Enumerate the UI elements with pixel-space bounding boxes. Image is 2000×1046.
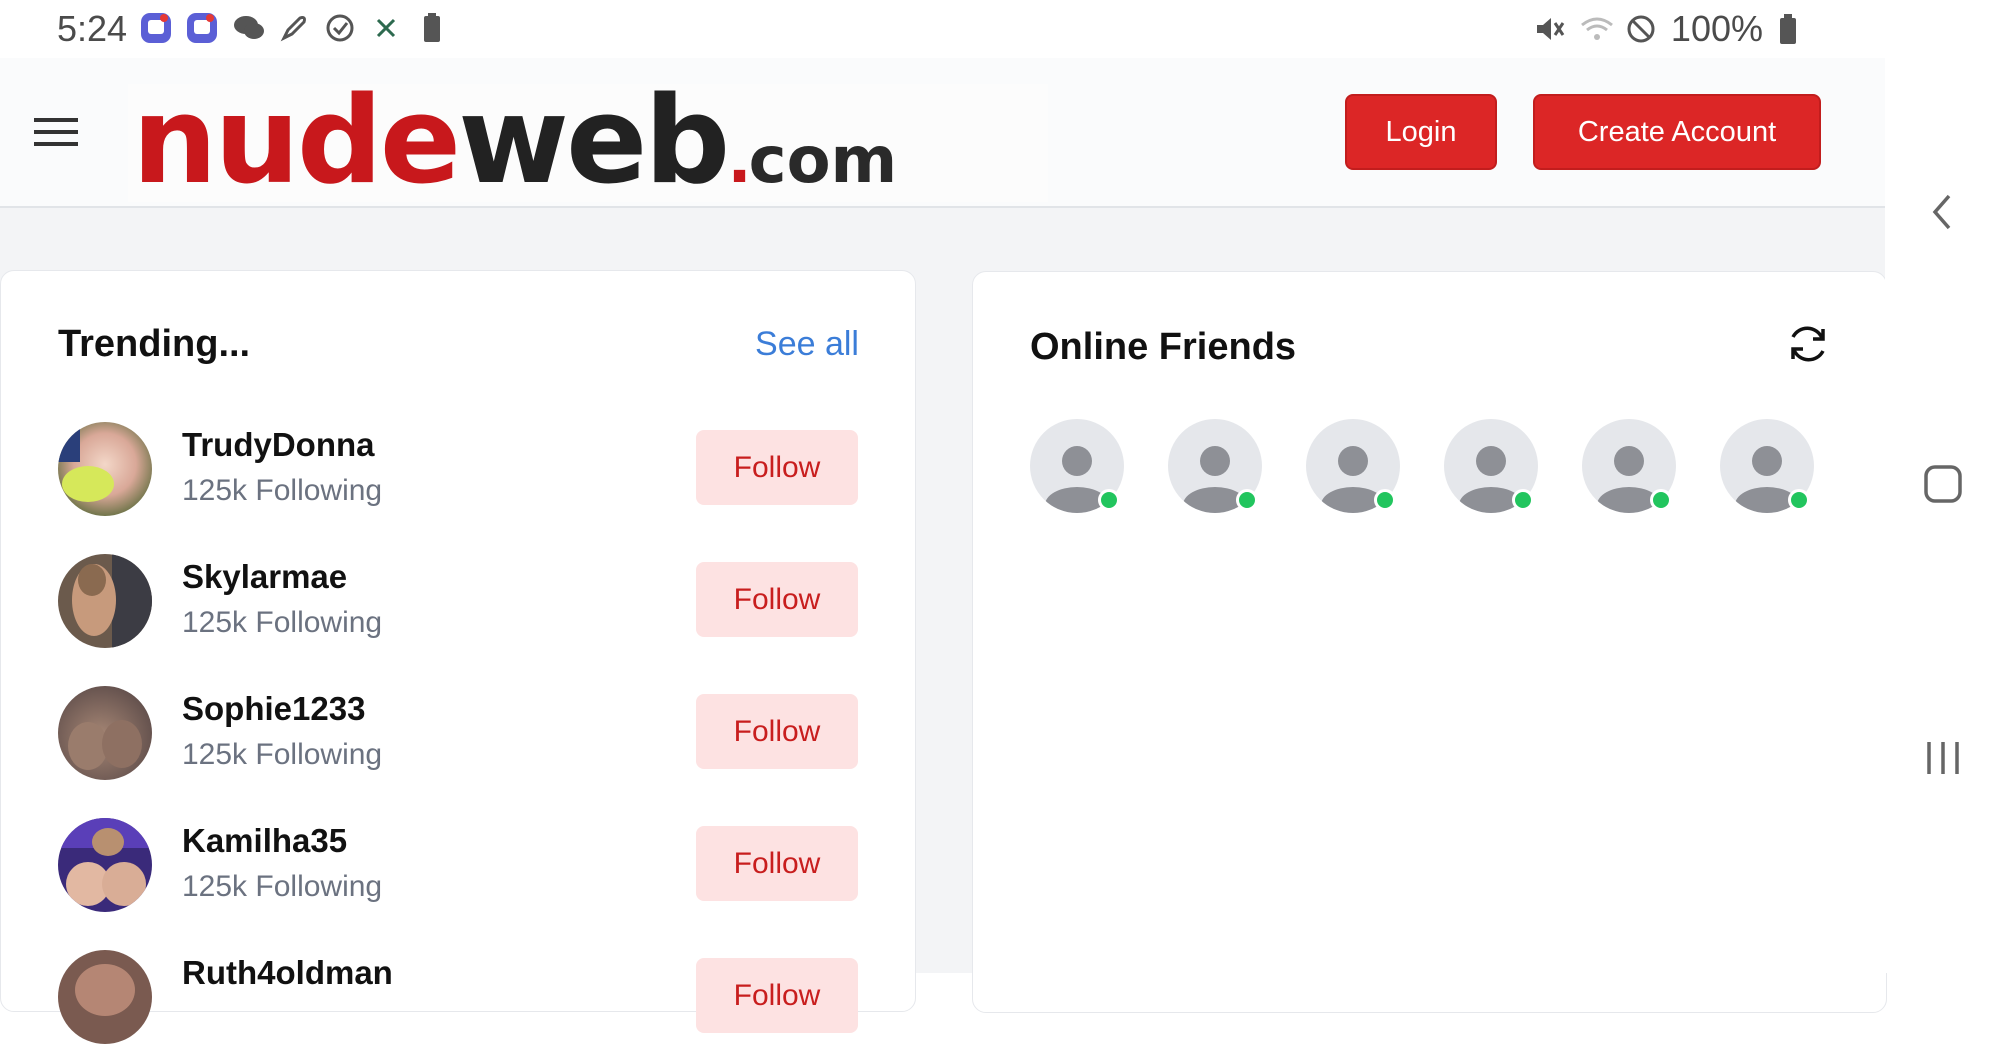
online-friends-card: Online Friends [972,271,1887,1013]
online-friend[interactable] [1168,419,1262,513]
follow-button[interactable]: Follow [696,430,858,505]
menu-icon[interactable] [34,114,78,150]
logo-dot: . [727,124,751,198]
refresh-icon[interactable] [1784,320,1832,368]
trending-following: 125k Following [182,870,383,903]
back-icon[interactable] [1921,190,1965,234]
trending-item[interactable]: TrudyDonna 125k Following Follow [58,422,858,518]
site-logo[interactable]: nudeweb.com [128,82,1048,202]
recent-apps-icon[interactable] [1921,736,1965,780]
online-status-dot [1374,489,1396,511]
trending-name[interactable]: Ruth4oldman [182,954,393,992]
wifi-icon [1579,13,1613,45]
battery-icon [1777,13,1809,45]
chat-icon [232,12,264,44]
follow-button[interactable]: Follow [696,826,858,901]
trending-name[interactable]: Sophie1233 [182,690,365,728]
trending-name[interactable]: Skylarmae [182,558,347,596]
avatar[interactable] [58,818,152,912]
battery-saver-icon [416,12,448,44]
trending-item[interactable]: Sophie1233 125k Following Follow [58,686,858,782]
do-not-disturb-icon [1625,13,1657,45]
online-friends-title: Online Friends [1030,326,1297,368]
online-friends-list [1030,419,1814,513]
online-friend[interactable] [1030,419,1124,513]
avatar[interactable] [58,422,152,516]
login-button[interactable]: Login [1345,94,1497,170]
trending-card: Trending... See all TrudyDonna 125k Foll… [0,270,916,1044]
system-icons: 100% [1533,8,1809,50]
trending-following: 125k Following [182,738,383,771]
avatar[interactable] [58,950,152,1044]
follow-button[interactable]: Follow [696,562,858,637]
online-status-dot [1236,489,1258,511]
see-all-link[interactable]: See all [755,325,859,364]
mute-icon [1533,13,1565,45]
trending-name[interactable]: Kamilha35 [182,822,347,860]
logo-part-nude: nude [132,72,461,211]
online-friend[interactable] [1444,419,1538,513]
home-icon[interactable] [1921,462,1965,506]
online-status-dot [1650,489,1672,511]
create-account-button[interactable]: Create Account [1533,94,1821,170]
site-header: nudeweb.com Login Create Account [0,58,1885,208]
trending-following: 125k Following [182,606,383,639]
logo-part-com: com [748,124,898,198]
battery-percent: 100% [1670,8,1763,49]
trending-item[interactable]: Skylarmae 125k Following Follow [58,554,858,650]
follow-button[interactable]: Follow [696,958,858,1033]
status-time: 5:24 [57,8,128,49]
online-friend[interactable] [1720,419,1814,513]
check-circle-icon [324,12,356,44]
status-bar: 5:24 100% [0,0,1885,58]
signal-x-icon [370,12,402,44]
online-status-dot [1098,489,1120,511]
trending-following: 125k Following [182,474,383,507]
logo-part-web: web [458,72,730,211]
system-nav-bar [1885,0,2000,973]
message-app-icon [140,12,172,44]
rocket-icon [278,12,310,44]
avatar[interactable] [58,686,152,780]
trending-item[interactable]: Ruth4oldman Follow [58,950,858,1046]
notification-icons [140,12,448,44]
online-friend[interactable] [1306,419,1400,513]
online-friend[interactable] [1582,419,1676,513]
trending-item[interactable]: Kamilha35 125k Following Follow [58,818,858,914]
online-status-dot [1788,489,1810,511]
avatar[interactable] [58,554,152,648]
trending-title: Trending... [58,323,251,365]
trending-name[interactable]: TrudyDonna [182,426,375,464]
online-status-dot [1512,489,1534,511]
message-app-icon [186,12,218,44]
follow-button[interactable]: Follow [696,694,858,769]
